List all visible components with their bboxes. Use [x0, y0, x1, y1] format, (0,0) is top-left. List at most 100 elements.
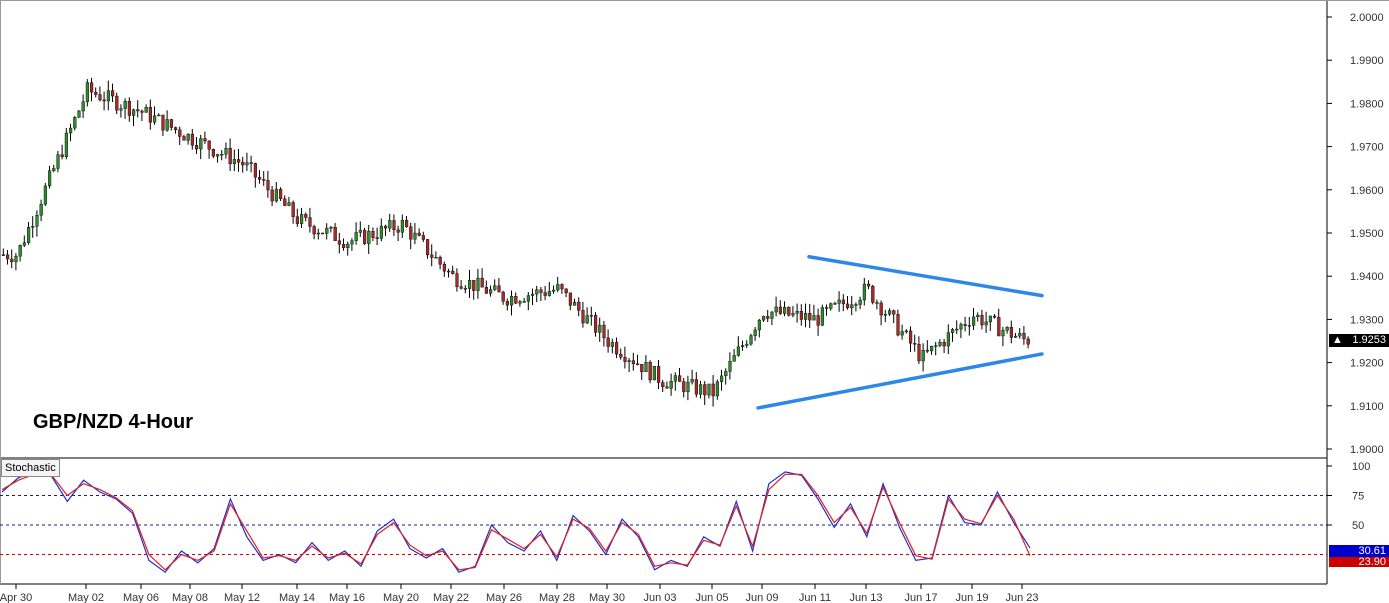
candle-bullish — [447, 270, 451, 273]
candle-bearish — [262, 179, 266, 181]
candle-bearish — [980, 314, 984, 326]
candle-bearish — [1, 254, 5, 256]
candle-bullish — [934, 345, 938, 347]
candle-bearish — [161, 114, 165, 131]
candle-bullish — [904, 330, 908, 333]
candle-bullish — [489, 289, 493, 294]
candle-bullish — [388, 220, 392, 229]
candle-bullish — [850, 304, 854, 309]
candle-bullish — [984, 321, 988, 326]
candle-bullish — [287, 202, 291, 206]
candle-bullish — [883, 314, 887, 316]
candle-bearish — [396, 229, 400, 233]
stoch-d-value: 23.90 — [1358, 557, 1386, 567]
candle-bearish — [896, 313, 900, 336]
candle-bullish — [598, 324, 602, 333]
candle-bearish — [514, 296, 518, 304]
candle-bullish — [522, 301, 526, 303]
candle-bullish — [157, 114, 161, 117]
candle-bullish — [367, 231, 371, 244]
candle-bullish — [715, 381, 719, 397]
candle-bearish — [1009, 327, 1013, 338]
candle-bearish — [451, 270, 455, 274]
candle-bullish — [900, 331, 904, 336]
chart-canvas: 2.0000 1.9900 1.9800 1.9700 1.9600 1.9500 1.94… — [0, 0, 1389, 603]
candle-bearish — [312, 226, 316, 235]
candle-bearish — [942, 341, 946, 347]
candle-bearish — [342, 243, 346, 248]
price-axis-label: 1.9300 — [1350, 314, 1384, 326]
candle-bullish — [56, 154, 60, 169]
candle-bearish — [799, 311, 803, 320]
candle-bullish — [938, 341, 942, 346]
candle-bullish — [68, 127, 73, 134]
candle-bullish — [724, 371, 728, 377]
stoch-d-tag: 23.90 — [1329, 557, 1389, 567]
candle-bearish — [438, 257, 442, 265]
candle-bearish — [426, 239, 430, 256]
candle-bearish — [333, 227, 337, 241]
candle-bearish — [241, 162, 245, 166]
candle-bullish — [837, 299, 841, 304]
candle-bearish — [127, 100, 131, 116]
time-axis-label: May 20 — [383, 592, 419, 603]
candle-bullish — [644, 362, 648, 373]
time-axis-label: May 06 — [123, 592, 159, 603]
candle-bearish — [808, 313, 812, 321]
candle-bullish — [783, 306, 787, 314]
candle-bearish — [94, 91, 98, 95]
candle-bearish — [136, 109, 140, 112]
time-axis-label: May 26 — [486, 592, 522, 603]
stochastic-axis-label: 75 — [1352, 491, 1364, 503]
candle-bearish — [110, 90, 115, 97]
time-axis-label: Jun 19 — [955, 592, 988, 603]
candle-bullish — [967, 325, 971, 327]
candle-bearish — [321, 232, 325, 235]
candle-bearish — [619, 353, 623, 358]
candle-bullish — [686, 381, 690, 393]
candle-bullish — [35, 214, 39, 227]
candle-bullish — [946, 332, 950, 347]
candle-bearish — [337, 240, 341, 245]
candle-bullish — [531, 293, 535, 296]
candle-bearish — [682, 381, 686, 393]
candle-bullish — [39, 203, 43, 216]
candle-bearish — [846, 303, 850, 309]
price-pane[interactable] — [0, 0, 1327, 457]
candle-bullish — [955, 328, 959, 331]
time-axis-label: Jun 11 — [799, 592, 831, 603]
candle-bearish — [148, 107, 152, 123]
candle-bullish — [862, 283, 866, 301]
candle-bullish — [518, 301, 522, 304]
price-axis: 2.0000 1.9900 1.9800 1.9700 1.9600 1.9500 1.94… — [1327, 12, 1384, 456]
candle-bullish — [106, 90, 110, 102]
candle-bullish — [976, 314, 980, 318]
candle-bullish — [27, 227, 31, 243]
candle-bearish — [211, 149, 215, 157]
candle-bearish — [560, 284, 564, 290]
candle-bullish — [669, 381, 673, 389]
stochastic-label[interactable]: Stochastic — [1, 459, 60, 477]
candle-bullish — [81, 101, 85, 112]
candle-bullish — [379, 225, 383, 239]
candle-bullish — [547, 291, 551, 296]
candle-bearish — [270, 189, 274, 202]
candle-bearish — [430, 254, 434, 258]
candle-bullish — [350, 240, 354, 245]
price-axis-label: 2.0000 — [1350, 12, 1384, 24]
time-axis-label: Jun 09 — [745, 592, 778, 603]
candle-bullish — [741, 345, 745, 348]
stoch-k-value: 30.61 — [1358, 545, 1386, 557]
candle-bullish — [1005, 327, 1009, 331]
candle-bullish — [224, 147, 228, 155]
candle-bearish — [678, 375, 682, 382]
candle-bearish — [1022, 333, 1026, 340]
candle-bearish — [703, 384, 707, 396]
candle-bearish — [909, 330, 913, 344]
time-axis-label: Jun 03 — [643, 592, 676, 603]
candle-bearish — [543, 292, 547, 296]
candle-bullish — [585, 315, 589, 324]
candle-bullish — [300, 214, 304, 224]
candle-bearish — [581, 310, 585, 324]
candle-bearish — [308, 217, 312, 227]
